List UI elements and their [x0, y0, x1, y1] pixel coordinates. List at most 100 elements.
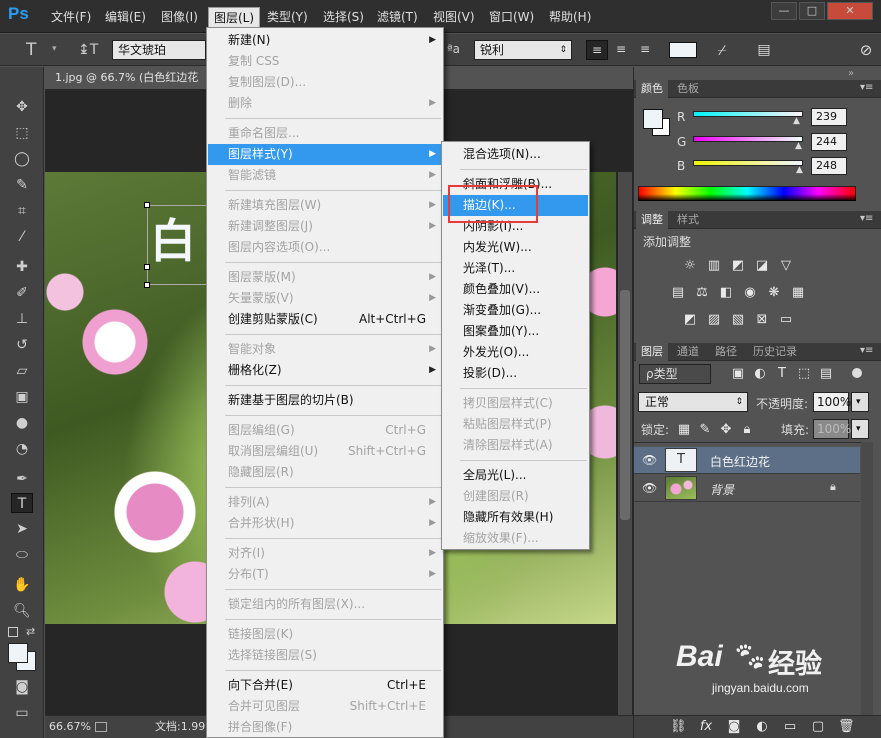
g-value-field[interactable]: 244 — [811, 133, 847, 151]
antialias-select[interactable]: 锐利 ⇕ — [474, 40, 572, 60]
threshold-icon[interactable]: ▧ — [730, 312, 746, 328]
canvas-text-layer[interactable]: 白 — [150, 212, 202, 270]
filter-pixel-icon[interactable]: ▣ — [730, 366, 746, 382]
g-slider-track[interactable] — [693, 136, 803, 142]
menu-item[interactable]: 全局光(L)... — [443, 465, 588, 486]
b-slider-track[interactable] — [693, 160, 803, 166]
link-layers-icon[interactable]: ⛓ — [670, 719, 687, 735]
panel-menu-icon[interactable]: ▾≡ — [860, 82, 873, 93]
menu-item[interactable]: 创建剪贴蒙版(C) Alt+Ctrl+G — [208, 309, 442, 330]
menu-2[interactable]: 图像(I) — [156, 8, 203, 26]
text-orientation-icon[interactable]: ↨T — [78, 40, 98, 60]
minimize-button[interactable]: — — [771, 2, 797, 20]
character-panel-icon[interactable]: ▤ — [754, 40, 774, 60]
tab-layers[interactable]: 图层 — [636, 343, 668, 361]
gradient-tool-icon[interactable]: ▣ — [11, 387, 33, 407]
layer-filter-select[interactable]: ρ类型 — [639, 364, 711, 384]
history-brush-tool-icon[interactable]: ↺ — [11, 335, 33, 355]
eyedropper-tool-icon[interactable]: ⁄ — [11, 227, 33, 247]
hue-saturation-icon[interactable]: ▤ — [670, 285, 686, 301]
tab-paths[interactable]: 路径 — [710, 343, 742, 361]
lock-transparent-icon[interactable]: ▦ — [676, 422, 692, 438]
close-window-button[interactable]: ✕ — [827, 2, 873, 20]
lock-position-icon[interactable]: ✥ — [718, 422, 734, 438]
lock-all-icon[interactable]: 🔒︎ — [739, 422, 755, 438]
transform-handle[interactable] — [144, 202, 150, 208]
healing-brush-tool-icon[interactable]: ✚ — [11, 257, 33, 277]
tab-color[interactable]: 颜色 — [636, 80, 668, 98]
filter-adjust-icon[interactable]: ◐ — [752, 366, 768, 382]
collapse-panels-icon[interactable]: » — [848, 68, 854, 79]
ellipse-tool-icon[interactable]: ⬭ — [11, 545, 33, 565]
clone-stamp-tool-icon[interactable]: ⊥ — [11, 309, 33, 329]
menu-item[interactable]: 隐藏所有效果(H) — [443, 507, 588, 528]
menu-item[interactable]: 颜色叠加(V)... — [443, 279, 588, 300]
align-right-icon[interactable]: ≡ — [634, 40, 656, 60]
foreground-color-swatch[interactable] — [8, 643, 28, 663]
menu-7[interactable]: 视图(V) — [428, 8, 480, 26]
swap-colors-icon[interactable]: ⇄ — [26, 625, 35, 638]
document-info[interactable]: 文档:1.99 — [155, 716, 205, 738]
menu-6[interactable]: 滤镜(T) — [372, 8, 423, 26]
r-slider-track[interactable] — [693, 111, 803, 117]
blend-mode-select[interactable]: 正常 ⇕ — [638, 392, 748, 412]
tab-channels[interactable]: 通道 — [672, 343, 704, 361]
default-colors-icon[interactable] — [8, 627, 18, 637]
b-value-field[interactable]: 248 — [811, 157, 847, 175]
posterize-icon[interactable]: ▨ — [706, 312, 722, 328]
g-slider-thumb[interactable]: ▲ — [795, 141, 802, 151]
transform-handle[interactable] — [144, 282, 150, 288]
crop-tool-icon[interactable]: ⌗ — [11, 201, 33, 221]
selective-color-icon[interactable]: ⊠ — [754, 312, 770, 328]
path-selection-tool-icon[interactable]: ➤ — [11, 519, 33, 539]
invert-icon[interactable]: ◩ — [682, 312, 698, 328]
pen-tool-icon[interactable]: ✒ — [11, 469, 33, 489]
menu-4[interactable]: 类型(Y) — [262, 8, 313, 26]
layer-row-background[interactable]: 👁︎ 背景 🔒︎ — [634, 475, 860, 502]
type-tool-icon[interactable]: T — [11, 493, 33, 513]
eraser-tool-icon[interactable]: ▱ — [11, 361, 33, 381]
new-adjustment-icon[interactable]: ◐ — [754, 719, 770, 735]
quick-mask-icon[interactable]: ◙ — [11, 677, 33, 697]
r-slider-thumb[interactable]: ▲ — [793, 116, 800, 126]
opacity-dropdown-icon[interactable]: ▾ — [851, 392, 869, 412]
lock-image-icon[interactable]: ✎ — [697, 422, 713, 438]
black-white-icon[interactable]: ◧ — [718, 285, 734, 301]
transform-handle[interactable] — [144, 264, 150, 270]
menu-item[interactable]: 投影(D)... — [443, 363, 588, 384]
document-tab[interactable]: 1.jpg @ 66.7% (白色红边花 — [45, 67, 210, 89]
menu-item[interactable]: 内发光(W)... — [443, 237, 588, 258]
layer-name[interactable]: 背景 — [710, 481, 734, 498]
maximize-button[interactable]: □ — [799, 2, 825, 20]
tab-styles[interactable]: 样式 — [672, 211, 704, 229]
new-group-icon[interactable]: ▭ — [782, 719, 798, 735]
filter-type-icon[interactable]: T — [774, 366, 790, 382]
menu-5[interactable]: 选择(S) — [318, 8, 369, 26]
fill-dropdown-icon[interactable]: ▾ — [851, 419, 869, 439]
menu-1[interactable]: 编辑(E) — [100, 8, 151, 26]
color-balance-icon[interactable]: ⚖ — [694, 285, 710, 301]
fill-field[interactable]: 100% — [813, 419, 851, 439]
fx-icon[interactable]: fx — [698, 719, 714, 735]
tab-adjustments[interactable]: 调整 — [636, 211, 668, 229]
panel-menu-icon[interactable]: ▾≡ — [860, 345, 873, 356]
curves-icon[interactable]: ◩ — [730, 258, 746, 274]
tab-swatches[interactable]: 色板 — [672, 80, 704, 98]
zoom-tool-icon[interactable]: 🔍︎ — [11, 601, 33, 621]
brightness-icon[interactable]: ☼ — [682, 258, 698, 274]
r-value-field[interactable]: 239 — [811, 108, 847, 126]
visibility-eye-icon[interactable]: 👁︎ — [642, 481, 657, 495]
menu-3[interactable]: 图层(L) — [208, 7, 261, 27]
dodge-tool-icon[interactable]: ◔ — [11, 439, 33, 459]
filter-smart-icon[interactable]: ▤ — [818, 366, 834, 382]
lasso-tool-icon[interactable]: ◯ — [11, 149, 33, 169]
add-mask-icon[interactable]: ◙ — [726, 719, 742, 735]
color-lookup-icon[interactable]: ▦ — [790, 285, 806, 301]
type-tool-preset-icon[interactable]: T — [26, 39, 48, 61]
exposure-icon[interactable]: ◪ — [754, 258, 770, 274]
menu-item[interactable]: 新建(N) ▶ — [208, 30, 442, 51]
tab-history[interactable]: 历史记录 — [748, 343, 802, 361]
font-family-select[interactable]: 华文琥珀 — [112, 40, 206, 60]
warp-text-icon[interactable]: ⌿ — [712, 40, 732, 60]
b-slider-thumb[interactable]: ▲ — [796, 165, 803, 175]
